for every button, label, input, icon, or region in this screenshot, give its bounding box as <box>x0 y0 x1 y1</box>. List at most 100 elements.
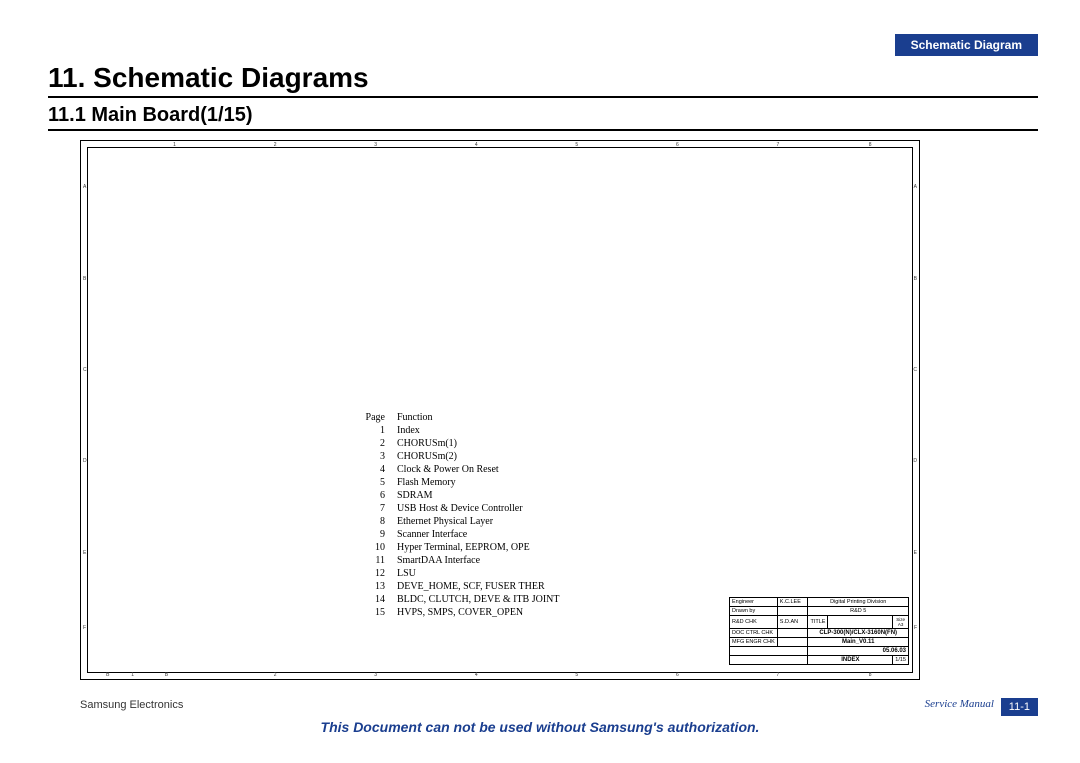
index-page: 4 <box>359 463 391 476</box>
index-page: 13 <box>359 580 391 593</box>
frame-row-tick: F <box>914 625 917 631</box>
tb-title-label: TITLE <box>808 616 828 629</box>
frame-col-tick: B <box>165 672 168 678</box>
index-page: 1 <box>359 424 391 437</box>
frame-col-tick: 5 <box>575 672 578 678</box>
frame-col-tick: 5 <box>575 142 578 148</box>
frame-row-tick: A <box>914 184 917 190</box>
tb-group: R&D 5 <box>808 607 909 616</box>
index-function: LSU <box>391 567 566 580</box>
index-function: CHORUSm(2) <box>391 450 566 463</box>
frame-col-tick: 4 <box>475 142 478 148</box>
title-block: Engineer K.C.LEE Digital Printing Divisi… <box>729 597 909 665</box>
frame-col-tick: 8 <box>869 672 872 678</box>
schematic-frame: 1 2 3 4 5 6 7 8 B 1 B 2 3 4 5 6 7 8 A B … <box>80 140 920 680</box>
tb-title1: CLP-300(N)/CLX-3160N(FN) <box>808 629 909 638</box>
index-header-function: Function <box>391 411 566 424</box>
index-page: 12 <box>359 567 391 580</box>
frame-col-tick: 3 <box>374 672 377 678</box>
index-function: CHORUSm(1) <box>391 437 566 450</box>
footer-notice: This Document can not be used without Sa… <box>0 719 1080 735</box>
table-row: 11SmartDAA Interface <box>359 554 566 567</box>
page-number-badge: 11-1 <box>1001 698 1038 716</box>
table-row: 9Scanner Interface <box>359 528 566 541</box>
index-function: BLDC, CLUTCH, DEVE & ITB JOINT <box>391 593 566 606</box>
tb-rnd-chk: S.D.AN <box>777 616 808 629</box>
index-page: 3 <box>359 450 391 463</box>
index-function: Index <box>391 424 566 437</box>
frame-col-tick: 1 <box>131 672 134 678</box>
frame-row-tick: D <box>913 458 917 464</box>
frame-col-tick: 1 <box>173 142 176 148</box>
header-tab: Schematic Diagram <box>895 34 1038 56</box>
table-row: 3CHORUSm(2) <box>359 450 566 463</box>
frame-col-tick: 6 <box>676 672 679 678</box>
index-page: 6 <box>359 489 391 502</box>
index-page: 7 <box>359 502 391 515</box>
index-page: 14 <box>359 593 391 606</box>
frame-row-tick: B <box>914 276 917 282</box>
table-row: 14BLDC, CLUTCH, DEVE & ITB JOINT <box>359 593 566 606</box>
footer-service-manual: Service Manual <box>925 698 994 710</box>
index-page: 15 <box>359 606 391 619</box>
tb-size: A3 <box>898 622 904 627</box>
frame-col-tick: 6 <box>676 142 679 148</box>
frame-col-tick: 2 <box>274 142 277 148</box>
index-function: HVPS, SMPS, COVER_OPEN <box>391 606 566 619</box>
table-row: 13DEVE_HOME, SCF, FUSER THER <box>359 580 566 593</box>
index-table: Page Function 1Index 2CHORUSm(1) 3CHORUS… <box>359 411 566 619</box>
frame-row-tick: E <box>83 550 86 556</box>
frame-row-tick: A <box>83 184 86 190</box>
table-row: 15HVPS, SMPS, COVER_OPEN <box>359 606 566 619</box>
index-page: 9 <box>359 528 391 541</box>
frame-row-tick: F <box>83 625 86 631</box>
tb-engineer-label: Engineer <box>730 598 778 607</box>
index-function: USB Host & Device Controller <box>391 502 566 515</box>
footer-company: Samsung Electronics <box>80 699 183 711</box>
tb-drawn-label: Drawn by <box>730 607 778 616</box>
frame-col-tick: 4 <box>475 672 478 678</box>
frame-col-tick: 7 <box>777 142 780 148</box>
frame-row-tick: B <box>83 276 86 282</box>
table-row: 7USB Host & Device Controller <box>359 502 566 515</box>
frame-row-tick: C <box>913 367 917 373</box>
table-row: 5Flash Memory <box>359 476 566 489</box>
index-page: 8 <box>359 515 391 528</box>
tb-index-label: INDEX <box>808 656 893 665</box>
frame-col-tick: 8 <box>869 142 872 148</box>
index-page: 10 <box>359 541 391 554</box>
index-function: SDRAM <box>391 489 566 502</box>
frame-col-tick: 3 <box>374 142 377 148</box>
table-row: 1Index <box>359 424 566 437</box>
index-page: 11 <box>359 554 391 567</box>
page-heading: 11. Schematic Diagrams <box>48 62 1038 98</box>
index-page: 5 <box>359 476 391 489</box>
index-function: SmartDAA Interface <box>391 554 566 567</box>
frame-row-tick: C <box>83 367 87 373</box>
tb-engineer: K.C.LEE <box>777 598 808 607</box>
tb-doc-ctrl-label: DOC CTRL CHK <box>730 629 778 638</box>
tb-division: Digital Printing Division <box>808 598 909 607</box>
index-page: 2 <box>359 437 391 450</box>
index-function: Hyper Terminal, EEPROM, OPE <box>391 541 566 554</box>
table-row: 4Clock & Power On Reset <box>359 463 566 476</box>
frame-col-tick: 7 <box>777 672 780 678</box>
index-function: Ethernet Physical Layer <box>391 515 566 528</box>
tb-mfg-chk-label: MFG ENGR CHK <box>730 638 778 647</box>
index-header-page: Page <box>359 411 391 424</box>
table-row: 12LSU <box>359 567 566 580</box>
tb-sheet: 1/15 <box>893 656 909 665</box>
index-function: Clock & Power On Reset <box>391 463 566 476</box>
tb-date: 05.06.03 <box>808 647 909 656</box>
index-function: Flash Memory <box>391 476 566 489</box>
frame-row-tick: E <box>914 550 917 556</box>
frame-row-tick: D <box>83 458 87 464</box>
table-row: 10Hyper Terminal, EEPROM, OPE <box>359 541 566 554</box>
frame-col-tick: 2 <box>274 672 277 678</box>
table-row: 8Ethernet Physical Layer <box>359 515 566 528</box>
frame-col-tick: B <box>106 672 109 678</box>
tb-title2: Main_V0.11 <box>808 638 909 647</box>
page-subheading: 11.1 Main Board(1/15) <box>48 104 1038 131</box>
index-function: DEVE_HOME, SCF, FUSER THER <box>391 580 566 593</box>
index-function: Scanner Interface <box>391 528 566 541</box>
